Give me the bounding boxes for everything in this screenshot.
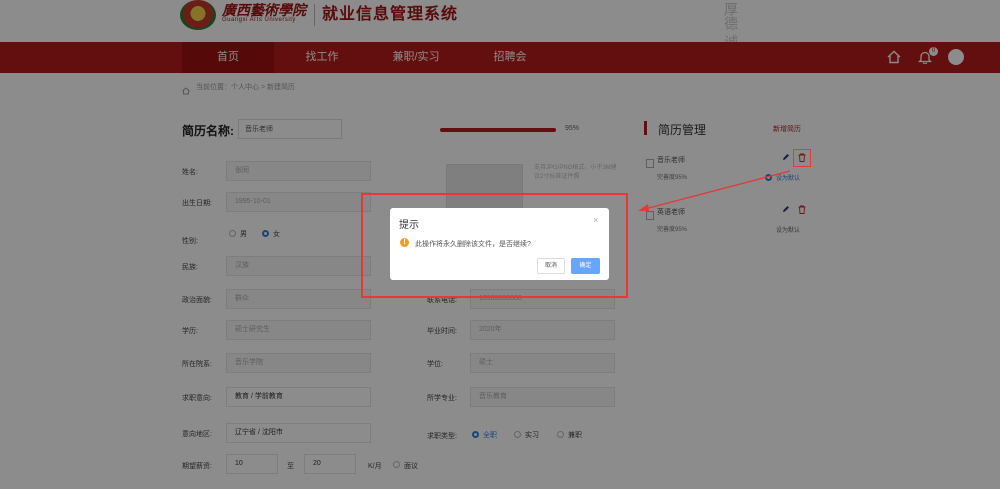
dialog-title: 提示 — [399, 220, 419, 231]
confirm-dialog: 提示 × ! 此操作将永久删除该文件，是否继续? 取消 确定 — [390, 208, 609, 280]
close-icon[interactable]: × — [593, 215, 598, 225]
dialog-message: 此操作将永久删除该文件，是否继续? — [415, 241, 531, 248]
warning-icon: ! — [400, 238, 409, 247]
confirm-button[interactable]: 确定 — [571, 258, 600, 274]
cancel-button[interactable]: 取消 — [537, 258, 565, 274]
